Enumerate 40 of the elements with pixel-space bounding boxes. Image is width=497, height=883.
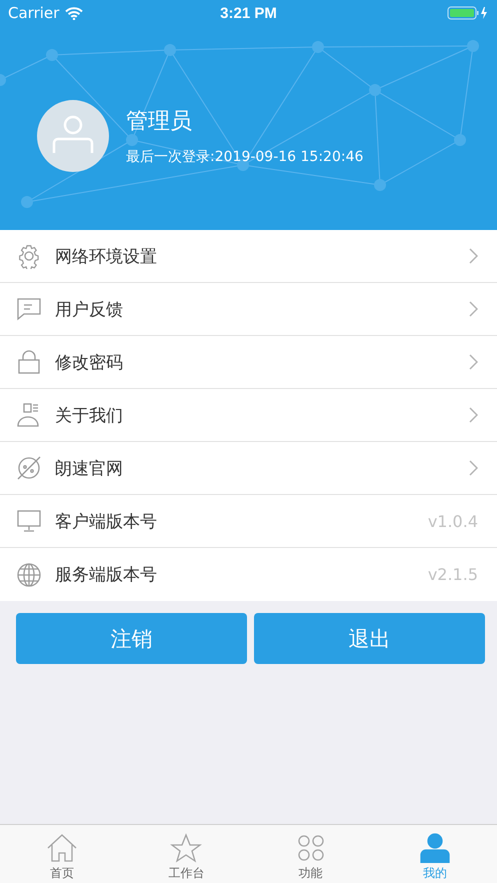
planet-icon [16,455,42,481]
tab-item[interactable]: 首页 [0,825,124,883]
avatar-icon [37,100,109,172]
menu-label: 朗速官网 [55,458,124,480]
menu-label: 用户反馈 [55,298,124,320]
menu-item[interactable]: 修改密码 [0,336,497,389]
chevron-icon [469,248,478,264]
menu-item[interactable]: 用户反馈 [0,283,497,336]
star-icon [170,833,202,863]
chevron-icon [469,301,478,317]
chat-icon [16,296,42,322]
globe-icon [16,562,42,588]
person-icon [418,833,451,863]
menu-label: 客户端版本号 [55,510,158,532]
monitor-icon [16,508,42,534]
version-value: v2.1.5 [428,565,478,584]
chevron-icon [469,354,478,370]
wifi-icon [65,6,84,20]
battery-icon [447,6,490,20]
menu-item[interactable]: 网络环境设置 [0,230,497,283]
carrier-label: Carrier [8,4,60,22]
user-name: 管理员 [126,108,193,136]
menu-label: 网络环境设置 [55,246,158,268]
tab-item[interactable]: 工作台 [124,825,248,883]
version-value: v1.0.4 [428,512,478,530]
logout-button[interactable]: 注销 [16,613,247,664]
menu-label: 修改密码 [55,352,124,374]
tab-item[interactable]: 功能 [248,825,373,883]
chevron-icon [469,407,478,423]
menu-item[interactable]: 关于我们 [0,389,497,442]
clock-time: 3:21 PM [220,4,277,22]
menu-label: 服务端版本号 [55,564,158,586]
menu-item[interactable]: 朗速官网 [0,442,497,495]
tab-item[interactable]: 我的 [372,825,497,883]
last-login-text: 最后一次登录:2019-09-16 15:20:46 [126,148,364,166]
lock-icon [16,349,42,375]
menu-label: 关于我们 [55,404,124,426]
home-icon [46,833,78,863]
chevron-icon [469,460,478,476]
exit-button[interactable]: 退出 [254,613,485,664]
